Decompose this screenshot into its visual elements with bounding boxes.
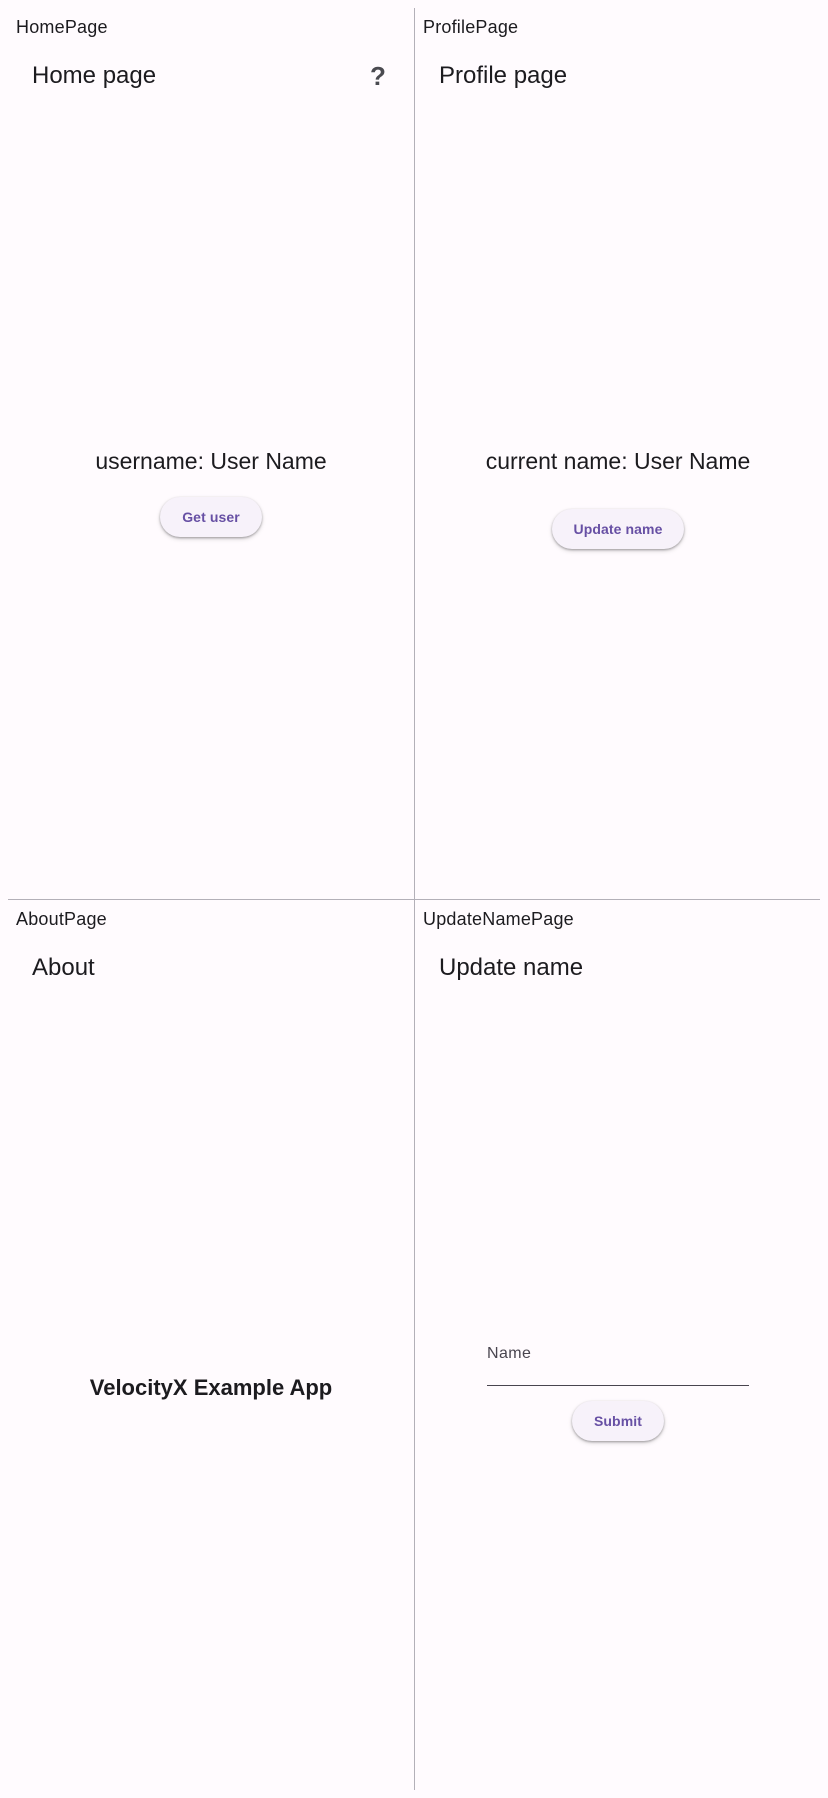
- help-icon[interactable]: ?: [364, 61, 392, 91]
- about-page-title: About: [32, 954, 95, 981]
- profile-page-title: Profile page: [439, 62, 568, 89]
- name-input[interactable]: [487, 1364, 749, 1384]
- app-name-text: VelocityX Example App: [89, 1375, 333, 1400]
- update-name-pane: UpdateNamePage Update name Name Submit: [415, 900, 821, 1790]
- home-route-label: HomePage: [16, 17, 108, 37]
- name-field-label: Name: [487, 1345, 532, 1362]
- home-pane: HomePage Home page ? username: User Name…: [8, 8, 414, 898]
- update-name-button[interactable]: Update name: [552, 509, 684, 549]
- home-page-title: Home page: [32, 62, 157, 89]
- get-user-button[interactable]: Get user: [160, 497, 262, 537]
- username-text: username: User Name: [95, 448, 327, 474]
- about-pane: AboutPage About VelocityX Example App: [8, 900, 414, 1790]
- name-text-field[interactable]: Name: [487, 1336, 749, 1386]
- current-name-text: current name: User Name: [485, 448, 751, 474]
- profile-pane: ProfilePage Profile page current name: U…: [415, 8, 821, 898]
- profile-route-label: ProfilePage: [423, 17, 519, 37]
- name-field-underline: [487, 1385, 749, 1386]
- submit-button[interactable]: Submit: [572, 1401, 664, 1441]
- about-route-label: AboutPage: [16, 909, 107, 929]
- update-name-route-label: UpdateNamePage: [423, 909, 574, 929]
- update-name-page-title: Update name: [439, 954, 584, 981]
